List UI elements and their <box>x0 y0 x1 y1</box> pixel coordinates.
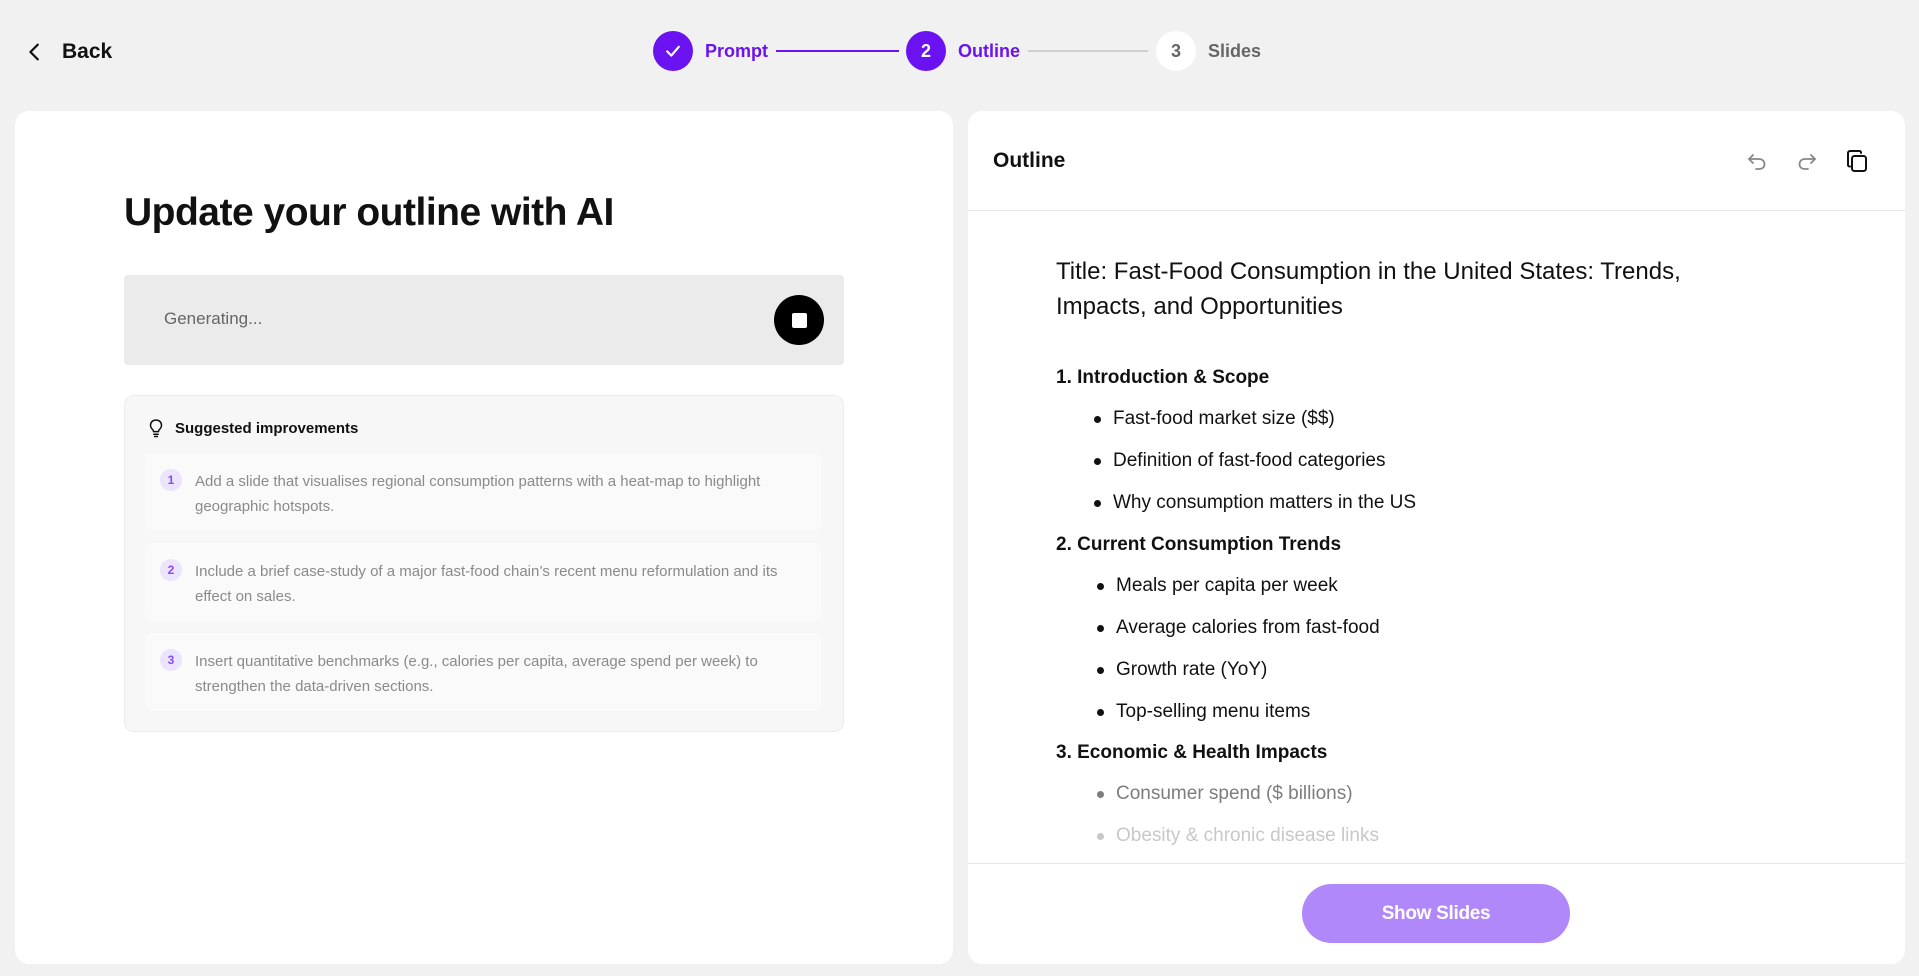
stop-button[interactable] <box>774 295 824 345</box>
step-slides-circle: 3 <box>1156 31 1196 71</box>
copy-icon <box>1847 150 1867 172</box>
suggestion-text: Insert quantitative benchmarks (e.g., ca… <box>195 653 758 695</box>
step-connector <box>1028 50 1148 52</box>
section-title: 1. Introduction & Scope <box>1056 367 1270 388</box>
step-prompt-label: Prompt <box>705 40 768 61</box>
suggestion-number: 1 <box>160 469 182 491</box>
stop-icon <box>791 312 807 328</box>
section-title: 3. Economic & Health Impacts <box>1056 742 1328 763</box>
suggestion-number: 2 <box>160 559 182 581</box>
outline-bullet: Meals per capita per week <box>1097 575 1338 597</box>
undo-icon <box>1748 154 1766 170</box>
show-slides-button[interactable]: Show Slides <box>1302 884 1570 943</box>
outline-bullet: Definition of fast-food categories <box>1094 450 1386 472</box>
step-slides[interactable]: 3 Slides <box>1156 31 1261 71</box>
step-slides-label: Slides <box>1208 40 1262 61</box>
suggested-improvements: Suggested improvements 1 Add a slide tha… <box>124 395 844 732</box>
outline-bullet: Consumer spend ($ billions) <box>1097 783 1353 805</box>
back-button[interactable]: Back <box>24 34 112 70</box>
suggestion-text: Add a slide that visualises regional con… <box>195 473 761 515</box>
outline-bullet: Fast-food market size ($$) <box>1094 408 1335 430</box>
suggestion-number: 3 <box>160 649 182 671</box>
back-label: Back <box>62 40 113 63</box>
outline-panel: Outline Title: Fast-Food Consumption in … <box>968 111 1905 964</box>
lightbulb-icon <box>149 419 163 438</box>
suggestion-text: Include a brief case-study of a major fa… <box>195 563 778 605</box>
page-title: Update your outline with AI <box>124 191 614 234</box>
redo-icon <box>1798 154 1816 170</box>
outline-bullet: Growth rate (YoY) <box>1097 659 1267 681</box>
undo-button[interactable] <box>1744 148 1770 174</box>
outline-bullet: Average calories from fast-food <box>1097 617 1380 639</box>
chevron-left-icon <box>29 43 39 61</box>
step-outline-label: Outline <box>958 40 1020 61</box>
outline-editor[interactable]: Title: Fast-Food Consumption in the Unit… <box>968 212 1905 964</box>
section-title: 2. Current Consumption Trends <box>1056 534 1342 555</box>
outline-bullet: Obesity & chronic disease links <box>1097 825 1379 847</box>
step-connector <box>776 50 899 52</box>
outline-title: Outline <box>993 149 1066 172</box>
suggestion-item[interactable]: 3 Insert quantitative benchmarks (e.g., … <box>145 633 821 711</box>
copy-button[interactable] <box>1844 148 1870 174</box>
check-icon <box>666 45 680 57</box>
outline-footer: Show Slides <box>968 863 1905 964</box>
outline-bullet: Why consumption matters in the US <box>1094 492 1416 514</box>
ai-update-panel: Update your outline with AI Generating..… <box>15 111 953 964</box>
step-prompt-circle <box>653 31 693 71</box>
suggestions-header: Suggested improvements <box>147 418 358 438</box>
prompt-input[interactable]: Generating... <box>124 275 844 365</box>
generating-status: Generating... <box>164 309 263 328</box>
step-outline[interactable]: 2 Outline <box>906 31 1020 71</box>
suggestions-title: Suggested improvements <box>175 419 359 437</box>
step-prompt[interactable]: Prompt <box>653 31 768 71</box>
top-bar: Back Prompt 2 Outline 3 Slides <box>0 0 1919 104</box>
outline-bullet: Top-selling menu items <box>1097 701 1310 723</box>
redo-button[interactable] <box>1794 148 1820 174</box>
stepper: Prompt 2 Outline 3 Slides <box>653 31 1273 71</box>
outline-doc-title: Title: Fast-Food Consumption in the Unit… <box>1056 258 1681 320</box>
suggestion-item[interactable]: 1 Add a slide that visualises regional c… <box>145 453 821 531</box>
outline-header: Outline <box>968 111 1905 211</box>
step-outline-circle: 2 <box>906 31 946 71</box>
suggestion-item[interactable]: 2 Include a brief case-study of a major … <box>145 543 821 621</box>
